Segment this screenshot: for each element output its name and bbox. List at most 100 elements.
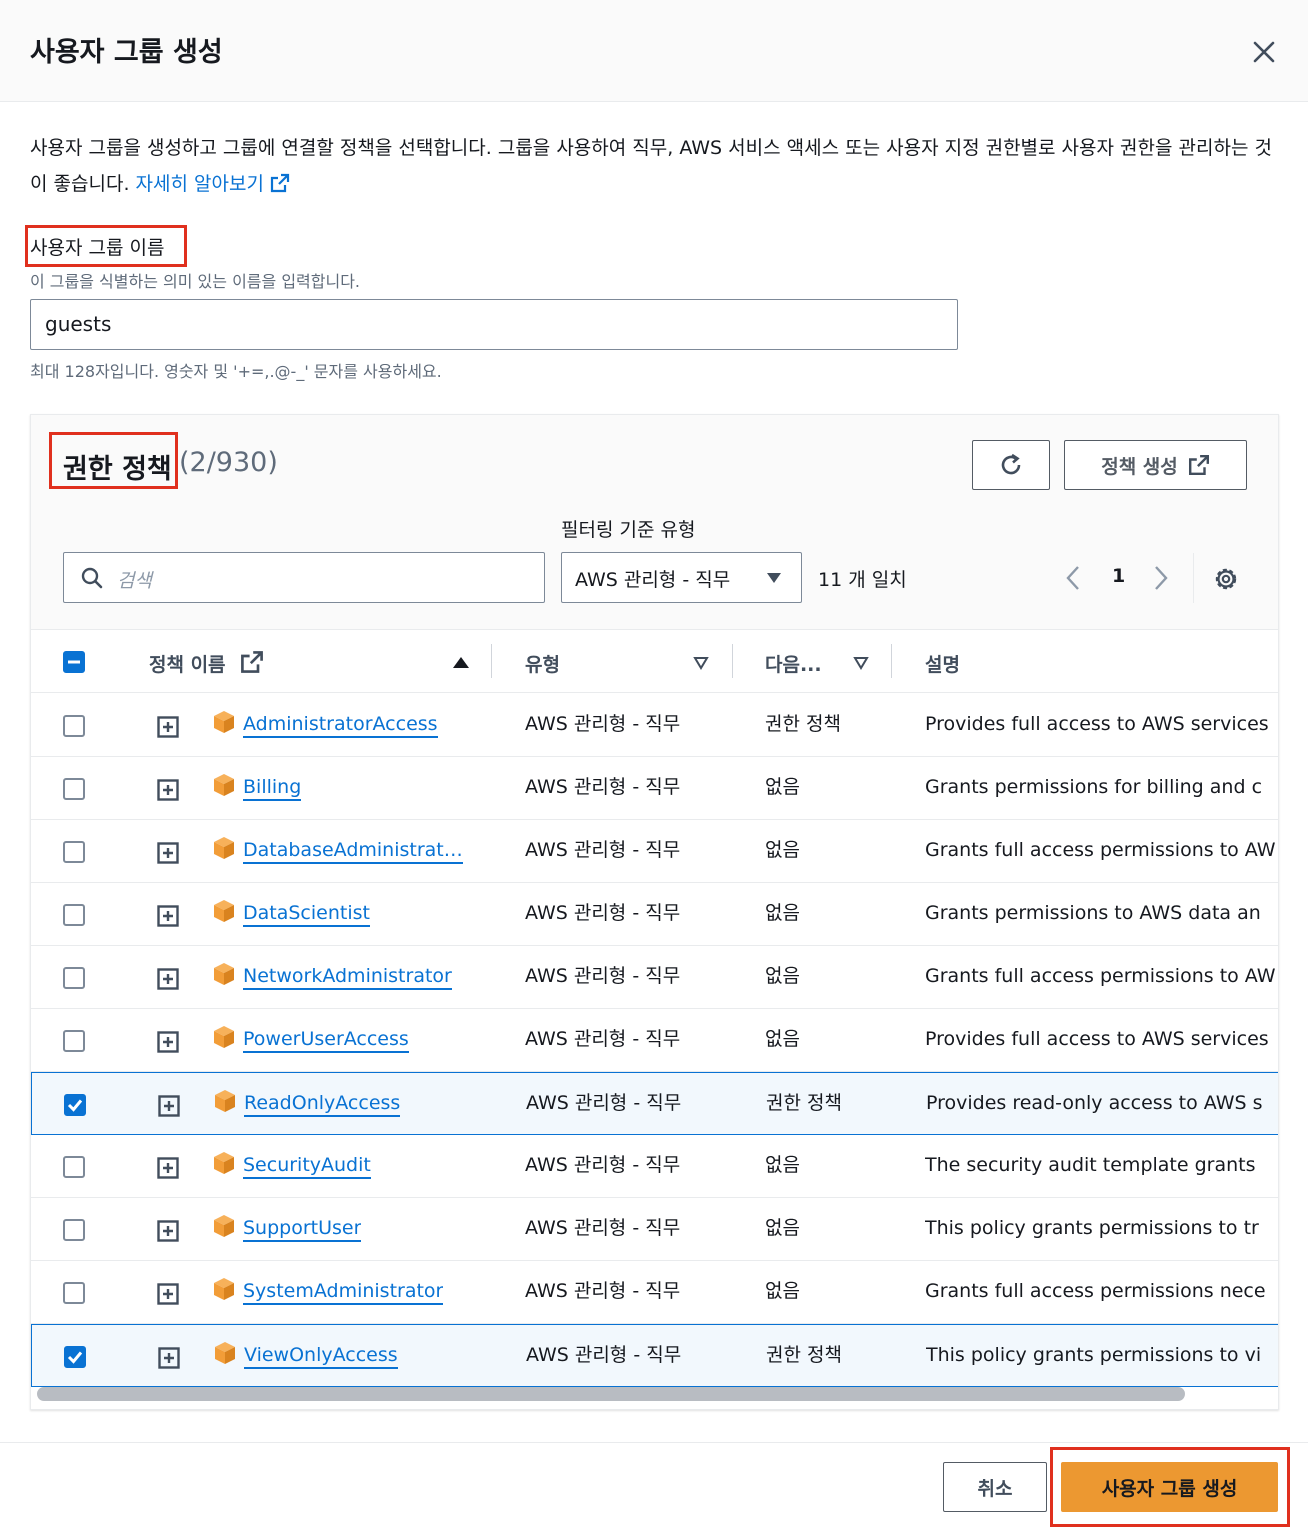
filter-caret-icon[interactable] xyxy=(693,656,709,670)
policy-search-input[interactable]: 검색 xyxy=(63,552,545,603)
cancel-button[interactable]: 취소 xyxy=(943,1462,1047,1512)
column-header-type[interactable]: 유형 xyxy=(525,650,560,677)
row-checkbox[interactable] xyxy=(63,904,85,926)
policy-name-link[interactable]: Billing xyxy=(243,775,302,801)
aws-box-icon xyxy=(214,1278,234,1300)
column-divider xyxy=(891,644,892,678)
row-checkbox[interactable] xyxy=(64,1346,86,1368)
filter-type-label: 필터링 기준 유형 xyxy=(561,519,696,541)
row-checkbox[interactable] xyxy=(63,967,85,989)
expand-icon[interactable] xyxy=(157,1220,179,1242)
policy-description: Grants permissions to AWS data an xyxy=(925,902,1261,924)
aws-box-icon xyxy=(215,1342,235,1364)
policy-description: Grants full access permissions nece xyxy=(925,1280,1266,1302)
policy-name-link[interactable]: ReadOnlyAccess xyxy=(244,1091,401,1117)
expand-icon[interactable] xyxy=(157,779,179,801)
policy-type: AWS 관리형 - 직무 xyxy=(525,1217,681,1239)
table-row[interactable]: Billing AWS 관리형 - 직무 없음 Grants permissions … xyxy=(31,757,1278,820)
table-row[interactable]: ViewOnlyAccess AWS 관리형 - 직무 권한 정책 This poli… xyxy=(31,1324,1278,1387)
horizontal-scrollbar[interactable] xyxy=(37,1387,1185,1401)
column-divider xyxy=(491,644,492,678)
column-header-next[interactable]: 다음... xyxy=(765,650,822,677)
expand-icon[interactable] xyxy=(157,842,179,864)
external-link-icon xyxy=(241,651,263,673)
table-row[interactable]: ReadOnlyAccess AWS 관리형 - 직무 권한 정책 Provides … xyxy=(31,1072,1278,1135)
policy-name-link[interactable]: DataScientist xyxy=(243,901,370,927)
policy-type: AWS 관리형 - 직무 xyxy=(525,839,681,861)
policy-type: AWS 관리형 - 직무 xyxy=(526,1344,682,1366)
table-row[interactable]: AdministratorAccess AWS 관리형 - 직무 권한 정책 Prov… xyxy=(31,694,1278,757)
sort-up-icon[interactable] xyxy=(452,655,470,669)
policy-next-usage: 없음 xyxy=(765,1217,800,1239)
expand-icon[interactable] xyxy=(157,905,179,927)
intro-paragraph: 사용자 그룹을 생성하고 그룹에 연결할 정책을 선택합니다. 그룹을 사용하여… xyxy=(30,130,1280,202)
expand-icon[interactable] xyxy=(157,1157,179,1179)
create-policy-button[interactable]: 정책 생성 xyxy=(1064,440,1247,490)
expand-icon[interactable] xyxy=(157,716,179,738)
refresh-icon xyxy=(1001,453,1021,475)
policy-name-link[interactable]: PowerUserAccess xyxy=(243,1027,409,1053)
table-row[interactable]: DataScientist AWS 관리형 - 직무 없음 Grants permis… xyxy=(31,883,1278,946)
policy-next-usage: 권한 정책 xyxy=(766,1344,842,1366)
table-row[interactable]: DatabaseAdministrator AWS 관리형 - 직무 없음 Grant… xyxy=(31,820,1278,883)
row-checkbox[interactable] xyxy=(63,1282,85,1304)
filter-caret-icon[interactable] xyxy=(853,656,869,670)
policy-next-usage: 없음 xyxy=(765,965,800,987)
external-link-icon xyxy=(1188,454,1209,476)
table-row[interactable]: SupportUser AWS 관리형 - 직무 없음 This policy gra… xyxy=(31,1198,1278,1261)
policy-name-link[interactable]: SecurityAudit xyxy=(243,1153,371,1179)
modal-header: 사용자 그룹 생성 xyxy=(0,0,1308,102)
policy-type: AWS 관리형 - 직무 xyxy=(525,713,681,735)
group-name-description: 이 그룹을 식별하는 의미 있는 이름을 입력합니다. xyxy=(30,272,361,291)
column-header-policy-name[interactable]: 정책 이름 xyxy=(149,650,226,677)
policy-name-link[interactable]: NetworkAdministrator xyxy=(243,964,452,990)
select-all-checkbox[interactable] xyxy=(63,651,85,673)
refresh-button[interactable] xyxy=(972,440,1050,490)
policy-description: Grants full access permissions to AW xyxy=(925,839,1276,861)
expand-icon[interactable] xyxy=(157,1031,179,1053)
policy-name-link[interactable]: AdministratorAccess xyxy=(243,712,438,738)
pagination-current-page[interactable]: 1 xyxy=(1112,565,1125,587)
policy-panel-header: 권한 정책 (2/930) 정책 생성 필터링 기준 유형 검색 AWS 관리형… xyxy=(31,415,1278,629)
expand-icon[interactable] xyxy=(158,1095,180,1117)
learn-more-link[interactable]: 자세히 알아보기 xyxy=(136,173,290,195)
policy-description: Grants full access permissions to AW xyxy=(925,965,1276,987)
row-checkbox[interactable] xyxy=(63,841,85,863)
row-checkbox[interactable] xyxy=(63,1030,85,1052)
table-row[interactable]: NetworkAdministrator AWS 관리형 - 직무 없음 Grants… xyxy=(31,946,1278,1009)
row-checkbox[interactable] xyxy=(63,778,85,800)
policy-name-link[interactable]: DatabaseAdministrator xyxy=(243,838,463,864)
aws-box-icon xyxy=(214,837,234,859)
expand-icon[interactable] xyxy=(158,1347,180,1369)
gear-icon[interactable] xyxy=(1211,565,1241,593)
policy-next-usage: 없음 xyxy=(765,839,800,861)
filter-type-select[interactable]: AWS 관리형 - 직무 xyxy=(561,552,802,603)
policy-next-usage: 권한 정책 xyxy=(765,713,841,735)
expand-icon[interactable] xyxy=(157,968,179,990)
checkmark-icon xyxy=(67,1099,83,1112)
row-checkbox[interactable] xyxy=(63,1156,85,1178)
policy-type: AWS 관리형 - 직무 xyxy=(525,1280,681,1302)
row-checkbox[interactable] xyxy=(63,1219,85,1241)
chevron-left-icon[interactable] xyxy=(1065,565,1081,591)
learn-more-label: 자세히 알아보기 xyxy=(135,173,264,195)
table-row[interactable]: PowerUserAccess AWS 관리형 - 직무 없음 Provides fu… xyxy=(31,1009,1278,1072)
policy-name-link[interactable]: SystemAdministrator xyxy=(243,1279,444,1305)
highlight-box-create-button xyxy=(1050,1447,1290,1527)
close-button[interactable] xyxy=(1246,34,1282,70)
pagination-divider xyxy=(1193,553,1194,603)
table-row[interactable]: SystemAdministrator AWS 관리형 - 직무 없음 Grants … xyxy=(31,1261,1278,1324)
expand-icon[interactable] xyxy=(157,1283,179,1305)
chevron-right-icon[interactable] xyxy=(1153,565,1169,591)
policies-count: (2/930) xyxy=(179,447,278,478)
aws-box-icon xyxy=(214,900,234,922)
row-checkbox[interactable] xyxy=(63,715,85,737)
group-name-input[interactable]: guests xyxy=(30,299,958,350)
group-name-constraint: 최대 128자입니다. 영숫자 및 '+=,.@-_' 문자를 사용하세요. xyxy=(30,362,442,381)
policy-name-link[interactable]: SupportUser xyxy=(243,1216,362,1242)
row-checkbox[interactable] xyxy=(64,1094,86,1116)
policy-name-link[interactable]: ViewOnlyAccess xyxy=(244,1343,398,1369)
table-row[interactable]: SecurityAudit AWS 관리형 - 직무 없음 The security … xyxy=(31,1135,1278,1198)
column-header-description[interactable]: 설명 xyxy=(925,650,960,677)
policy-next-usage: 없음 xyxy=(765,776,800,798)
